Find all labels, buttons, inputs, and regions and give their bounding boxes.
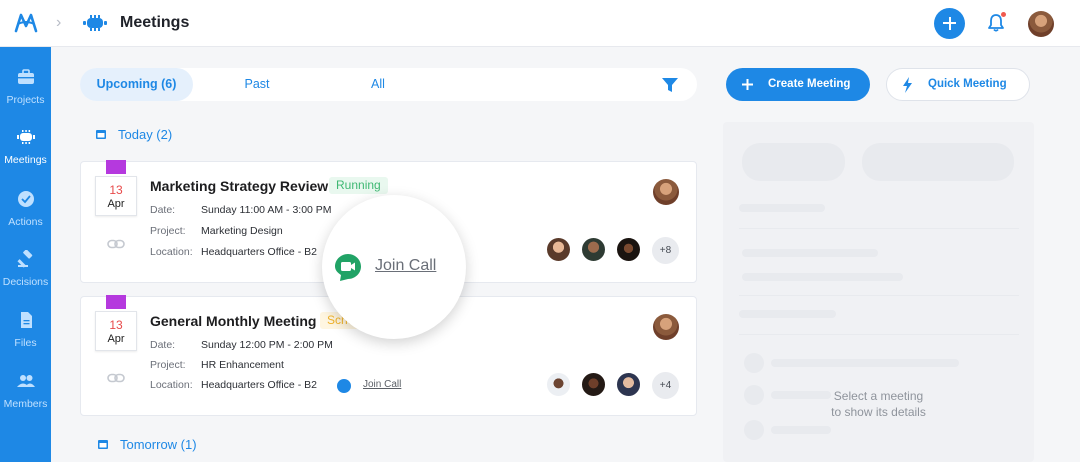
date-flag <box>106 160 126 174</box>
people-icon <box>17 375 35 387</box>
location-label: Location: <box>150 379 193 391</box>
location-value: Headquarters Office - B2 <box>201 379 317 391</box>
meetings-icon <box>83 15 107 31</box>
meetings-icon <box>17 130 35 144</box>
user-avatar[interactable] <box>1028 11 1054 37</box>
meeting-title[interactable]: Marketing Strategy Review <box>150 178 328 194</box>
attendee-avatar[interactable] <box>545 236 572 263</box>
file-icon <box>21 312 32 328</box>
quick-meeting-button[interactable]: Quick Meeting <box>886 68 1030 101</box>
divider <box>739 228 1019 229</box>
project-value: HR Enhancement <box>201 359 284 371</box>
calendar-icon <box>98 440 108 449</box>
organizer-avatar[interactable] <box>653 179 679 205</box>
link-icon[interactable] <box>107 239 125 249</box>
skeleton-line <box>771 359 959 367</box>
skeleton-dot <box>744 420 764 440</box>
sidebar-item-projects[interactable]: Projects <box>0 68 51 128</box>
project-label: Project: <box>150 225 186 237</box>
date-badge: 13 Apr <box>95 311 137 351</box>
sidebar-item-members[interactable]: Members <box>0 372 51 432</box>
sidebar-item-label: Actions <box>8 216 43 228</box>
add-button[interactable] <box>934 8 965 39</box>
date-label: Date: <box>150 204 176 216</box>
meeting-tabs: Upcoming (6) Past All <box>80 68 697 101</box>
empty-state-line-1: Select a meeting <box>833 389 924 403</box>
skeleton-line <box>739 310 836 318</box>
skeleton-dot <box>744 353 764 373</box>
lightning-icon <box>903 77 912 93</box>
project-label: Project: <box>150 359 186 371</box>
section-tomorrow-label: Tomorrow (1) <box>120 437 197 452</box>
notification-dot <box>1001 12 1006 17</box>
skeleton-block <box>742 143 845 181</box>
check-circle-icon <box>18 191 34 207</box>
page-title: Meetings <box>120 14 190 31</box>
link-icon[interactable] <box>107 373 125 383</box>
gavel-icon <box>17 250 33 268</box>
date-month: Apr <box>107 333 125 345</box>
skeleton-line <box>739 204 825 212</box>
join-call-link[interactable]: Join Call <box>363 379 401 390</box>
create-meeting-label: Create Meeting <box>768 78 851 90</box>
meeting-details-panel: Select a meeting to show its details <box>723 122 1034 462</box>
skeleton-block <box>862 143 1014 181</box>
date-label: Date: <box>150 339 176 351</box>
filter-icon[interactable] <box>662 77 678 93</box>
tab-all[interactable]: All <box>340 68 416 101</box>
organizer-avatar[interactable] <box>653 314 679 340</box>
sidebar-item-label: Members <box>3 398 48 410</box>
section-today-label: Today (2) <box>118 127 173 142</box>
date-flag <box>106 295 126 309</box>
join-call-link[interactable]: Join Call <box>375 257 436 275</box>
location-value: Headquarters Office - B2 <box>201 246 317 258</box>
empty-state-line-2: to show its details <box>831 405 926 419</box>
date-month: Apr <box>107 198 125 210</box>
location-label: Location: <box>150 246 193 258</box>
date-value: Sunday 11:00 AM - 3:00 PM <box>201 204 332 216</box>
date-day: 13 <box>109 318 123 332</box>
empty-state-message: Select a meeting to show its details <box>723 388 1034 420</box>
calendar-icon <box>96 130 106 139</box>
google-meet-icon[interactable] <box>334 253 362 282</box>
sidebar-item-label: Decisions <box>2 276 49 288</box>
sidebar-item-label: Files <box>14 337 37 349</box>
breadcrumb-chevron-icon: › <box>56 14 62 31</box>
date-value: Sunday 12:00 PM - 2:00 PM <box>201 339 333 351</box>
attendee-avatar[interactable] <box>580 371 607 398</box>
plus-icon <box>742 79 753 90</box>
meeting-title[interactable]: General Monthly Meeting <box>150 313 316 329</box>
sidebar-item-files[interactable]: Files <box>0 311 51 371</box>
attendee-avatar[interactable] <box>580 236 607 263</box>
top-bar: › Meetings <box>0 0 1080 47</box>
date-day: 13 <box>109 183 123 197</box>
status-badge: Running <box>329 177 388 194</box>
tab-upcoming[interactable]: Upcoming (6) <box>80 68 193 101</box>
attendee-avatar[interactable] <box>545 371 572 398</box>
more-attendees-badge[interactable]: +8 <box>652 237 679 264</box>
sidebar-item-decisions[interactable]: Decisions <box>0 250 51 310</box>
sidebar-item-label: Meetings <box>4 154 47 166</box>
tab-past[interactable]: Past <box>220 68 294 101</box>
sidebar: Projects Meetings Actions Decisions File… <box>0 47 51 462</box>
attendee-avatar[interactable] <box>615 371 642 398</box>
skeleton-line <box>742 273 903 281</box>
sidebar-item-label: Projects <box>6 94 45 106</box>
join-call-magnifier: Join Call <box>322 195 466 339</box>
skeleton-line <box>771 426 831 434</box>
divider <box>739 295 1019 296</box>
app-logo-icon[interactable] <box>14 11 38 35</box>
attendee-avatar[interactable] <box>615 236 642 263</box>
divider <box>739 334 1019 335</box>
date-badge: 13 Apr <box>95 176 137 216</box>
skeleton-line <box>742 249 878 257</box>
sidebar-item-meetings[interactable]: Meetings <box>0 128 51 188</box>
project-value: Marketing Design <box>201 225 283 237</box>
sidebar-item-actions[interactable]: Actions <box>0 190 51 250</box>
more-attendees-badge[interactable]: +4 <box>652 372 679 399</box>
create-meeting-button[interactable]: Create Meeting <box>726 68 870 101</box>
briefcase-icon <box>18 69 34 84</box>
quick-meeting-label: Quick Meeting <box>928 78 1007 90</box>
video-call-icon[interactable] <box>337 379 351 393</box>
